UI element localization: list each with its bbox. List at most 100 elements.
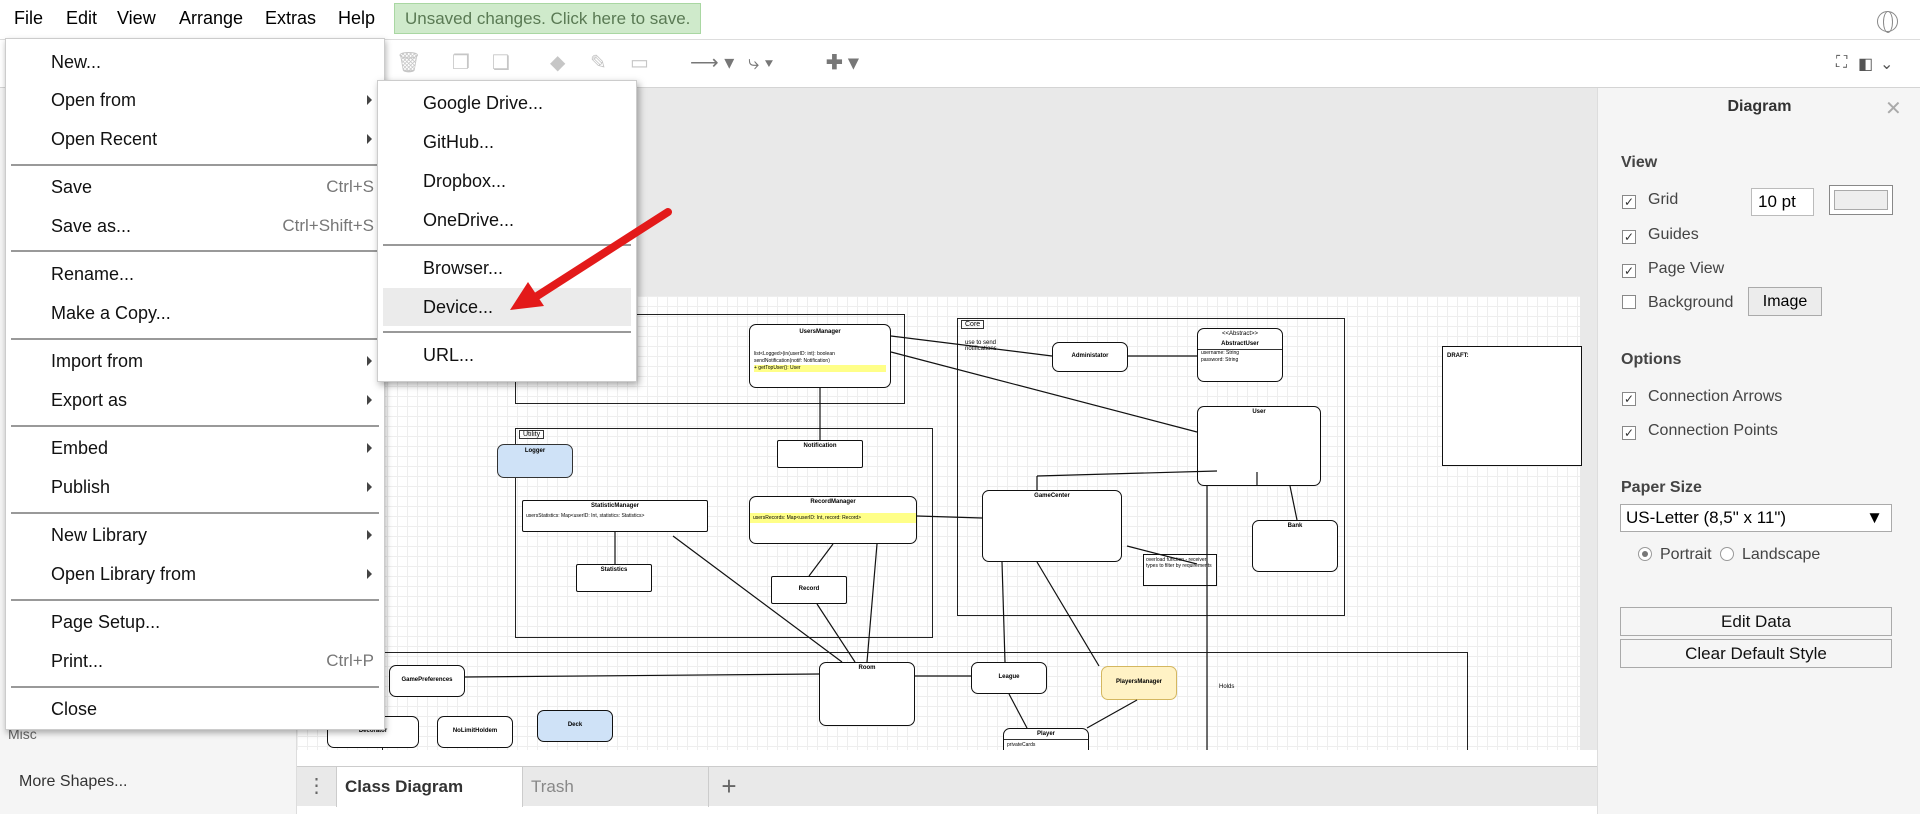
- insert-icon[interactable]: ✚ ▾: [826, 52, 858, 74]
- menu-view[interactable]: View: [111, 8, 162, 29]
- shadow-icon[interactable]: ▭: [630, 52, 649, 74]
- submenu-item-url[interactable]: URL...: [383, 336, 631, 374]
- waypoints-icon[interactable]: ⤷ ▾: [748, 52, 773, 74]
- menu-item-export-as[interactable]: Export as: [6, 381, 384, 419]
- format-panel-icon[interactable]: ◧: [1858, 54, 1873, 74]
- menu-item-save-label: Save: [51, 177, 93, 197]
- red-arrow-shaft: [530, 208, 672, 302]
- submenu-item-dropbox[interactable]: Dropbox...: [383, 162, 631, 200]
- menu-item-new-library-label: New Library: [51, 525, 148, 545]
- menu-item-publish[interactable]: Publish: [6, 468, 384, 506]
- menu-item-close[interactable]: Close: [6, 690, 384, 728]
- collapse-icon[interactable]: ⌄: [1880, 54, 1893, 74]
- submenu-arrow-icon: [367, 356, 372, 366]
- menu-file[interactable]: File: [8, 8, 49, 29]
- chevron-down-icon: ▼: [1866, 508, 1883, 527]
- delete-icon[interactable]: 🗑: [396, 52, 421, 74]
- menu-item-rename[interactable]: Rename...: [6, 255, 384, 293]
- background-option[interactable]: Background: [1622, 294, 1733, 312]
- menu-divider: [11, 512, 379, 514]
- menu-item-make-copy[interactable]: Make a Copy...: [6, 294, 384, 332]
- page-tab-bar: ⋮ Class Diagram Trash +: [297, 766, 1597, 807]
- grid-checkbox[interactable]: ✓: [1622, 195, 1636, 209]
- menu-item-open-library-from[interactable]: Open Library from: [6, 555, 384, 593]
- file-menu: New... Open from Open Recent Save Ctrl+S …: [5, 38, 385, 730]
- page-view-checkbox[interactable]: ✓: [1622, 264, 1636, 278]
- menu-item-new-library[interactable]: New Library: [6, 516, 384, 554]
- guides-option[interactable]: ✓ Guides: [1622, 226, 1699, 244]
- fullscreen-icon[interactable]: ⛶: [1836, 54, 1847, 72]
- menu-divider: [11, 338, 379, 340]
- connection-points-label: Connection Points: [1648, 422, 1778, 439]
- landscape-radio[interactable]: [1720, 547, 1734, 561]
- page-view-label: Page View: [1648, 260, 1725, 277]
- background-label: Background: [1648, 294, 1734, 311]
- tab-class-diagram[interactable]: Class Diagram: [337, 767, 523, 807]
- grid-label: Grid: [1648, 191, 1679, 208]
- menu-item-page-setup-label: Page Setup...: [51, 612, 161, 632]
- guides-checkbox[interactable]: ✓: [1622, 230, 1636, 244]
- to-back-icon[interactable]: ❏: [492, 52, 510, 74]
- menu-arrange[interactable]: Arrange: [173, 8, 249, 29]
- paper-size-select[interactable]: US-Letter (8,5" x 11") ▼: [1620, 504, 1892, 532]
- menu-divider: [383, 331, 631, 333]
- submenu-arrow-icon: [367, 530, 372, 540]
- menu-item-open-library-from-label: Open Library from: [51, 564, 197, 584]
- menu-item-print[interactable]: Print... Ctrl+P: [6, 642, 384, 680]
- submenu-item-google-drive[interactable]: Google Drive...: [383, 84, 631, 122]
- menu-item-embed-label: Embed: [51, 438, 109, 458]
- submenu-arrow-icon: [367, 95, 372, 105]
- fill-color-icon[interactable]: ◆: [550, 52, 565, 74]
- language-globe-icon[interactable]: [1877, 11, 1898, 33]
- menu-item-embed[interactable]: Embed: [6, 429, 384, 467]
- connection-points-option[interactable]: ✓ Connection Points: [1622, 422, 1778, 440]
- section-view: View: [1621, 154, 1658, 171]
- menu-help[interactable]: Help: [332, 8, 381, 29]
- connection-points-checkbox[interactable]: ✓: [1622, 426, 1636, 440]
- menu-item-page-setup[interactable]: Page Setup...: [6, 603, 384, 641]
- menu-item-open-recent[interactable]: Open Recent: [6, 120, 384, 158]
- pages-menu-icon[interactable]: ⋮: [297, 767, 337, 807]
- unsaved-changes-button[interactable]: Unsaved changes. Click here to save.: [394, 3, 702, 34]
- close-icon[interactable]: ✕: [1885, 96, 1902, 121]
- menu-item-publish-label: Publish: [51, 477, 111, 497]
- grid-size-input[interactable]: 10 pt: [1751, 188, 1814, 216]
- menu-item-open-from[interactable]: Open from: [6, 81, 384, 119]
- menu-item-save-as[interactable]: Save as... Ctrl+Shift+S: [6, 207, 384, 245]
- menu-extras[interactable]: Extras: [259, 8, 322, 29]
- grid-option[interactable]: ✓ Grid: [1622, 191, 1678, 209]
- format-panel-title: Diagram: [1727, 98, 1792, 115]
- line-color-icon[interactable]: ✎: [590, 52, 607, 74]
- more-shapes-link[interactable]: More Shapes...: [19, 773, 128, 791]
- connection-style-icon[interactable]: ⟶ ▾: [690, 52, 734, 74]
- landscape-option[interactable]: Landscape: [1720, 546, 1820, 564]
- section-options: Options: [1621, 351, 1682, 368]
- save-as-shortcut: Ctrl+Shift+S: [282, 216, 374, 235]
- guides-label: Guides: [1648, 226, 1699, 243]
- portrait-radio[interactable]: [1638, 547, 1652, 561]
- menubar: File Edit View Arrange Extras Help Unsav…: [0, 0, 1920, 40]
- menu-item-import-from[interactable]: Import from: [6, 342, 384, 380]
- page-view-option[interactable]: ✓ Page View: [1622, 260, 1724, 278]
- menu-item-new[interactable]: New...: [6, 43, 384, 81]
- grid-color-button[interactable]: [1829, 185, 1893, 215]
- background-checkbox[interactable]: [1622, 295, 1636, 309]
- submenu-item-github[interactable]: GitHub...: [383, 123, 631, 161]
- clear-default-style-button[interactable]: Clear Default Style: [1620, 639, 1892, 668]
- portrait-option[interactable]: Portrait: [1638, 546, 1712, 564]
- menu-edit[interactable]: Edit: [60, 8, 103, 29]
- submenu-arrow-icon: [367, 134, 372, 144]
- connection-arrows-option[interactable]: ✓ Connection Arrows: [1622, 388, 1782, 406]
- to-front-icon[interactable]: ❐: [452, 52, 470, 74]
- edit-data-button[interactable]: Edit Data: [1620, 607, 1892, 636]
- menu-item-rename-label: Rename...: [51, 264, 135, 284]
- section-paper-size: Paper Size: [1621, 479, 1702, 496]
- background-image-button[interactable]: Image: [1748, 287, 1822, 316]
- menu-item-save[interactable]: Save Ctrl+S: [6, 168, 384, 206]
- menu-item-save-as-label: Save as...: [51, 216, 132, 236]
- add-page-icon[interactable]: +: [709, 767, 749, 807]
- submenu-arrow-icon: [367, 569, 372, 579]
- tab-trash[interactable]: Trash: [523, 767, 709, 807]
- connection-arrows-label: Connection Arrows: [1648, 388, 1783, 405]
- connection-arrows-checkbox[interactable]: ✓: [1622, 392, 1636, 406]
